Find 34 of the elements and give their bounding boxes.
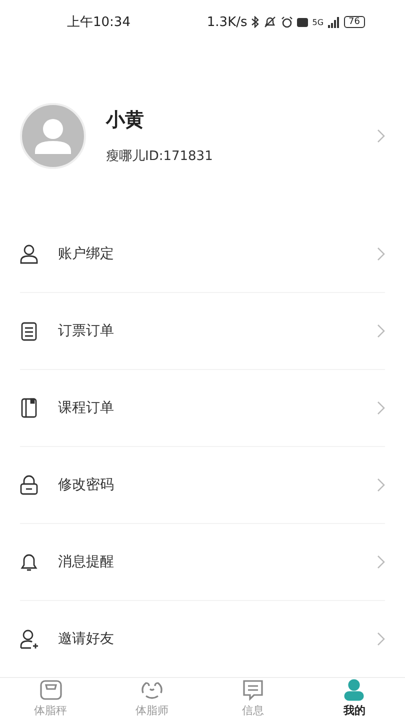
menu-item[interactable]: 消息提醒 [20,524,385,601]
person-icon [20,244,38,264]
network-type: 5G [312,18,324,27]
status-time: 上午10:34 [67,14,130,32]
menu-item[interactable]: 订票订单 [20,292,385,370]
muted-bell-icon [263,16,278,28]
battery-indicator: 76 [344,16,365,28]
signal-icon [328,16,340,28]
chevron-icon [377,632,385,646]
menu-item[interactable]: 邀请好友 [20,600,385,677]
chevron-icon [377,324,385,338]
menu-item[interactable]: 账户绑定 [20,216,385,293]
user-id: 瘦哪儿ID:171831 [106,148,214,165]
bell-icon [20,552,38,572]
chevron-icon[interactable] [377,128,385,143]
add-person-icon [20,628,38,649]
document-icon [20,320,38,341]
person-icon [342,679,366,702]
chevron-icon [377,478,385,492]
user-name: 小黄 [106,108,145,133]
lock-icon [20,474,38,495]
menu-item[interactable]: 课程订单 [20,370,385,447]
tab[interactable]: 我的 [304,678,405,720]
bluetooth-icon [251,16,260,28]
scale-icon [38,679,63,702]
chevron-icon [377,400,385,415]
chevron-icon [377,246,385,261]
book-icon [20,398,38,418]
avatar [20,102,86,169]
message-icon [241,679,266,702]
chevron-icon [377,554,385,569]
menu-item[interactable]: 修改密码 [20,446,385,524]
network-speed: 1.3K/s [206,14,248,30]
alarm-icon [281,16,294,28]
